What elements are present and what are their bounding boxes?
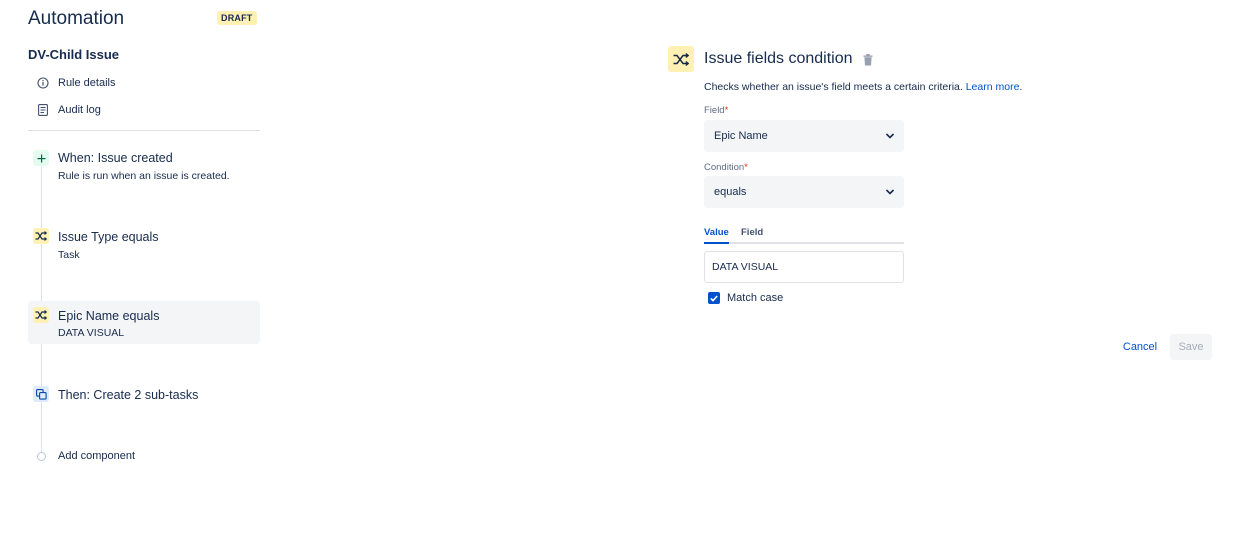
panel-title: Issue fields condition bbox=[704, 50, 853, 67]
chevron-down-icon bbox=[885, 133, 895, 139]
learn-more-link[interactable]: Learn more. bbox=[966, 81, 1023, 93]
required-mark: * bbox=[744, 162, 748, 173]
rule-step-trigger[interactable]: When: Issue created Rule is run when an … bbox=[28, 146, 260, 186]
condition-select[interactable]: equals bbox=[704, 176, 904, 208]
condition-label: Condition* bbox=[704, 162, 748, 173]
page-title: Automation bbox=[28, 8, 125, 29]
step-subtitle: DATA VISUAL bbox=[58, 327, 125, 339]
match-case-checkbox[interactable]: Match case bbox=[708, 292, 783, 304]
tab-value[interactable]: Value bbox=[704, 227, 729, 238]
info-icon bbox=[36, 76, 49, 89]
save-button[interactable]: Save bbox=[1170, 334, 1212, 360]
description-text: Checks whether an issue's field meets a … bbox=[704, 81, 963, 93]
required-mark: * bbox=[724, 105, 729, 116]
field-select[interactable]: Epic Name bbox=[704, 120, 904, 152]
chevron-down-icon bbox=[885, 189, 895, 195]
shuffle-icon bbox=[668, 46, 694, 72]
subtasks-icon bbox=[33, 386, 49, 402]
match-case-label: Match case bbox=[727, 292, 784, 304]
value-field-tabs: Value Field bbox=[704, 226, 904, 244]
sidebar-item-audit-log[interactable]: Audit log bbox=[36, 103, 101, 116]
step-subtitle: Task bbox=[58, 249, 80, 261]
rule-name: DV-Child Issue bbox=[28, 47, 120, 62]
step-title: Epic Name equals bbox=[58, 309, 160, 323]
divider bbox=[28, 130, 260, 131]
trash-icon[interactable] bbox=[863, 53, 874, 66]
step-title: When: Issue created bbox=[58, 151, 173, 165]
sidebar-item-rule-details[interactable]: Rule details bbox=[36, 76, 115, 89]
value-input[interactable] bbox=[704, 251, 904, 283]
field-select-value: Epic Name bbox=[714, 130, 768, 142]
circle-icon bbox=[37, 451, 46, 461]
field-label: Field* bbox=[704, 105, 728, 116]
step-title: Then: Create 2 sub-tasks bbox=[58, 388, 199, 402]
plus-icon bbox=[33, 150, 49, 166]
step-title: Issue Type equals bbox=[58, 230, 159, 244]
tab-field[interactable]: Field bbox=[741, 227, 763, 238]
sidebar: Automation DRAFT DV-Child Issue Rule det… bbox=[28, 0, 260, 533]
rule-step-epic-name-condition[interactable]: Epic Name equals DATA VISUAL bbox=[28, 301, 260, 344]
add-component-button[interactable]: Add component bbox=[37, 450, 135, 462]
rule-step-create-subtasks[interactable]: Then: Create 2 sub-tasks bbox=[28, 382, 260, 410]
add-component-label: Add component bbox=[58, 450, 136, 462]
document-icon bbox=[36, 103, 49, 116]
rule-step-issue-type-condition[interactable]: Issue Type equals Task bbox=[28, 224, 260, 268]
shuffle-icon bbox=[33, 307, 49, 323]
field-label-text: Field bbox=[704, 105, 725, 116]
condition-label-text: Condition bbox=[704, 162, 745, 173]
step-subtitle: Rule is run when an issue is created. bbox=[58, 170, 230, 182]
shuffle-icon bbox=[33, 228, 49, 244]
cancel-button[interactable]: Cancel bbox=[1116, 334, 1164, 360]
sidebar-item-label: Audit log bbox=[58, 103, 101, 116]
condition-select-value: equals bbox=[714, 186, 747, 198]
sidebar-item-label: Rule details bbox=[58, 76, 116, 89]
checkbox-checked-icon[interactable] bbox=[708, 292, 720, 304]
active-tab-indicator bbox=[704, 242, 729, 244]
status-badge: DRAFT bbox=[217, 11, 257, 25]
panel-description: Checks whether an issue's field meets a … bbox=[704, 81, 1022, 93]
